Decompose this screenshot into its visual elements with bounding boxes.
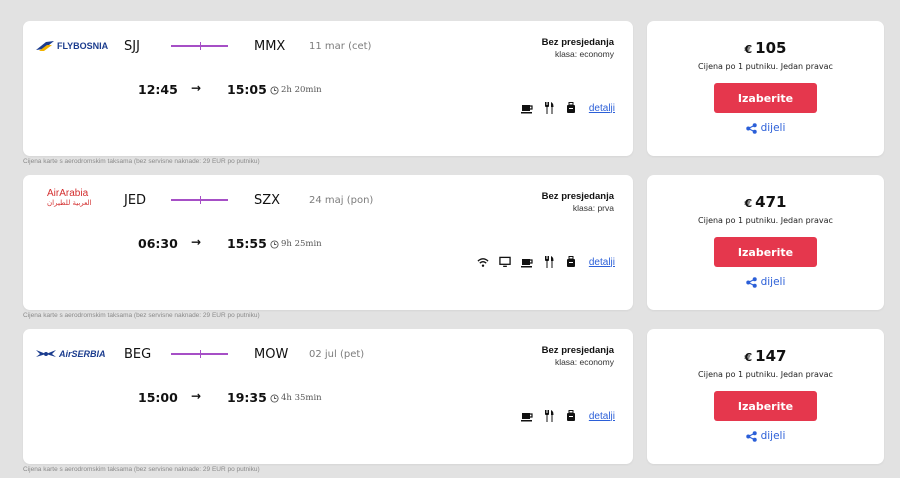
currency: € <box>744 43 753 56</box>
select-button[interactable]: Izaberite <box>714 391 817 421</box>
airline-logo: AirSERBIA <box>35 343 130 365</box>
share-label: dijeli <box>760 276 786 288</box>
duration-text: 2h 20min <box>281 85 322 95</box>
baggage-icon <box>565 256 577 268</box>
stops-label: Bez presjedanja <box>541 191 614 202</box>
cutlery-icon <box>543 102 555 114</box>
price-note: Cijena po 1 putniku. Jedan pravac <box>698 370 833 379</box>
destination-code: SZX <box>254 193 281 208</box>
coffee-icon <box>520 256 533 268</box>
origin-code: JED <box>124 193 147 208</box>
price-card: €105 Cijena po 1 putniku. Jedan pravac I… <box>647 21 884 156</box>
price-card: €147 Cijena po 1 putniku. Jedan pravac I… <box>647 329 884 464</box>
origin-code: SJJ <box>124 39 140 54</box>
airline-name: FLYBOSNIA <box>57 41 109 51</box>
flight-date: 24 maj (pon) <box>309 195 374 206</box>
cutlery-icon <box>543 410 555 422</box>
duration: 2h 20min <box>270 85 322 95</box>
coffee-icon <box>520 102 533 114</box>
share-icon <box>745 122 757 134</box>
clock-icon <box>270 393 279 403</box>
flight-card: AirSERBIA BEG MOW 02 jul (pet) Bez presj… <box>23 329 633 464</box>
destination-code: MOW <box>254 347 289 362</box>
stops-info: Bez presjedanja klasa: economy <box>542 37 614 59</box>
amenities: detalji <box>520 410 615 422</box>
currency: € <box>744 197 753 210</box>
amenities: detalji <box>477 256 615 268</box>
flight-card: FLYBOSNIA SJJ MMX 11 mar (cet) Bez presj… <box>23 21 633 156</box>
price-amount: 105 <box>755 39 787 57</box>
airline-name: AirSERBIA <box>59 349 106 359</box>
arrival-time: 15:05 <box>227 82 267 97</box>
fare-footnote: Cijena karte s aerodromskim taksama (bez… <box>23 466 260 473</box>
fare-footnote: Cijena karte s aerodromskim taksama (bez… <box>23 312 260 319</box>
destination-code: MMX <box>254 39 286 54</box>
arrival-time: 19:35 <box>227 390 267 405</box>
clock-icon <box>270 85 279 95</box>
share-link[interactable]: dijeli <box>745 430 786 442</box>
share-icon <box>745 430 757 442</box>
price-note: Cijena po 1 putniku. Jedan pravac <box>698 216 833 225</box>
share-label: dijeli <box>760 122 786 134</box>
price-amount: 147 <box>755 347 787 365</box>
baggage-icon <box>565 102 577 114</box>
cutlery-icon <box>543 256 555 268</box>
screen-icon <box>499 256 511 268</box>
airline-name: AirArabia <box>47 188 89 199</box>
price-note: Cijena po 1 putniku. Jedan pravac <box>698 62 833 71</box>
stops-label: Bez presjedanja <box>541 345 614 356</box>
details-link[interactable]: detalji <box>589 411 615 422</box>
price: €105 <box>647 39 884 57</box>
airline-logo: FLYBOSNIA <box>35 35 130 57</box>
departure-time: 12:45 <box>138 82 178 97</box>
stops-info: Bez presjedanja klasa: prva <box>542 191 614 213</box>
departure-time: 15:00 <box>138 390 178 405</box>
amenities: detalji <box>520 102 615 114</box>
price: €471 <box>647 193 884 211</box>
route-line <box>171 42 228 50</box>
arrow-right-icon: → <box>191 389 202 403</box>
stops-label: Bez presjedanja <box>541 37 614 48</box>
fare-footnote: Cijena karte s aerodromskim taksama (bez… <box>23 158 260 165</box>
price-card: €471 Cijena po 1 putniku. Jedan pravac I… <box>647 175 884 310</box>
arrival-time: 15:55 <box>227 236 267 251</box>
price: €147 <box>647 347 884 365</box>
select-button[interactable]: Izaberite <box>714 237 817 267</box>
duration-text: 4h 35min <box>281 393 322 403</box>
share-icon <box>745 276 757 288</box>
class-label: klasa: economy <box>554 49 614 59</box>
currency: € <box>744 351 753 364</box>
flybosnia-wing-icon <box>36 41 54 51</box>
flight-card: AirArabia العربية للطيران JED SZX 24 maj… <box>23 175 633 310</box>
route-line <box>171 350 228 358</box>
route-line <box>171 196 228 204</box>
wifi-icon <box>477 256 489 268</box>
duration: 4h 35min <box>270 393 322 403</box>
arrow-right-icon: → <box>191 235 202 249</box>
price-amount: 471 <box>755 193 787 211</box>
departure-time: 06:30 <box>138 236 178 251</box>
clock-icon <box>270 239 279 249</box>
flight-date: 11 mar (cet) <box>309 41 372 52</box>
duration-text: 9h 25min <box>281 239 322 249</box>
arrow-right-icon: → <box>191 81 202 95</box>
share-link[interactable]: dijeli <box>745 122 786 134</box>
coffee-icon <box>520 410 533 422</box>
stops-info: Bez presjedanja klasa: economy <box>542 345 614 367</box>
duration: 9h 25min <box>270 239 322 249</box>
details-link[interactable]: detalji <box>589 257 615 268</box>
details-link[interactable]: detalji <box>589 103 615 114</box>
select-button[interactable]: Izaberite <box>714 83 817 113</box>
airserbia-eagle-icon <box>36 350 56 357</box>
class-label: klasa: economy <box>554 357 614 367</box>
share-link[interactable]: dijeli <box>745 276 786 288</box>
flight-date: 02 jul (pet) <box>309 349 365 360</box>
baggage-icon <box>565 410 577 422</box>
class-label: klasa: prva <box>572 203 614 213</box>
airline-name-arabic: العربية للطيران <box>47 199 92 207</box>
origin-code: BEG <box>124 347 152 362</box>
share-label: dijeli <box>760 430 786 442</box>
